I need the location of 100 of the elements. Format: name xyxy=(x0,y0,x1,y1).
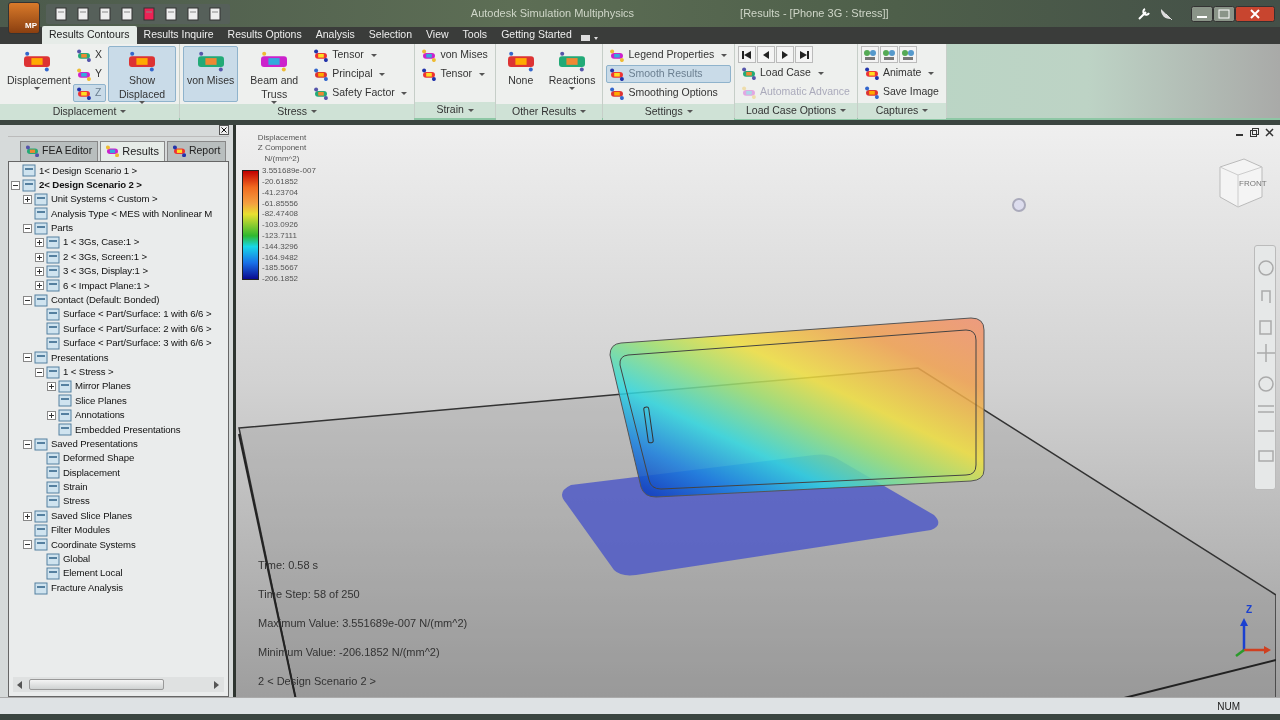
group-label[interactable]: Strain xyxy=(415,102,495,118)
ribbon-button[interactable]: X xyxy=(73,46,106,64)
tree-item[interactable]: 1< Design Scenario 1 > xyxy=(39,163,138,178)
ribbon-button[interactable]: von Mises xyxy=(183,46,239,102)
tree-item[interactable]: Strain xyxy=(63,480,88,495)
tree-item[interactable]: Embedded Presentations xyxy=(75,422,181,437)
expand-toggle-icon[interactable] xyxy=(11,180,20,190)
ribbon-button[interactable]: Displacement xyxy=(3,46,71,102)
ribbon-tab[interactable]: Results Options xyxy=(220,26,309,44)
ribbon-tab[interactable]: Getting Started xyxy=(494,26,579,44)
panel-tab[interactable]: Results xyxy=(100,141,165,161)
tree-item[interactable]: 1 < Stress > xyxy=(63,364,114,380)
tree-item[interactable]: Parts xyxy=(51,221,73,236)
tree-item[interactable]: Element Local xyxy=(63,566,123,581)
ribbon-tab[interactable]: Selection xyxy=(361,26,420,44)
tree-item[interactable]: Presentations xyxy=(51,350,109,365)
group-label[interactable]: Settings xyxy=(603,104,734,120)
ribbon-button[interactable]: Tensor xyxy=(310,46,412,64)
tree-item[interactable]: Surface < Part/Surface: 1 with 6/6 > xyxy=(63,307,212,322)
expand-toggle-icon[interactable] xyxy=(23,511,32,521)
minimize-icon[interactable] xyxy=(1190,5,1213,22)
expand-toggle-icon[interactable] xyxy=(47,382,56,392)
group-label[interactable]: Displacement xyxy=(0,104,179,120)
ribbon-button[interactable]: Tensor xyxy=(418,65,492,83)
close-icon[interactable] xyxy=(1265,128,1274,137)
play-icon[interactable] xyxy=(776,46,794,63)
tree-item[interactable]: Saved Presentations xyxy=(51,436,138,452)
group-label[interactable]: Other Results xyxy=(495,104,603,120)
tree-item[interactable]: Annotations xyxy=(75,408,125,423)
ribbon-button[interactable]: von Mises xyxy=(418,46,492,64)
tree-item[interactable]: Surface < Part/Surface: 3 with 6/6 > xyxy=(63,336,212,351)
tree-item[interactable]: Slice Planes xyxy=(75,393,127,409)
ribbon-button[interactable]: Save Image xyxy=(860,83,943,101)
ribbon-tab[interactable]: Results Contours xyxy=(42,26,137,44)
ribbon-button[interactable]: Load Case xyxy=(738,64,854,82)
tree-item[interactable]: Displacement xyxy=(63,465,120,481)
tree-item[interactable]: Global xyxy=(63,552,91,567)
ribbon-button[interactable]: Smoothing Options xyxy=(606,84,731,102)
tree-item[interactable]: Contact (Default: Bonded) xyxy=(51,293,160,308)
ribbon-button[interactable]: Reactions xyxy=(544,46,600,102)
new-file-icon[interactable] xyxy=(54,6,68,21)
maximize-icon[interactable] xyxy=(1212,5,1235,22)
ribbon-tab[interactable]: Analysis xyxy=(308,26,362,44)
ribbon-button[interactable]: None xyxy=(498,46,543,102)
tree-item[interactable]: 6 < Impact Plane:1 > xyxy=(63,278,150,293)
scroll-left-icon[interactable] xyxy=(17,680,23,689)
app-menu-button[interactable]: MP xyxy=(8,1,40,34)
previous-icon[interactable] xyxy=(757,46,775,63)
panel-tab[interactable]: Report xyxy=(166,141,227,161)
customize-icon[interactable] xyxy=(578,32,601,44)
ribbon-button[interactable]: Y xyxy=(73,65,106,83)
tree-item[interactable]: Filter Modules xyxy=(51,523,110,538)
expand-toggle-icon[interactable] xyxy=(23,194,32,204)
expand-toggle-icon[interactable] xyxy=(35,281,44,291)
group-label[interactable]: Load Case Options xyxy=(735,103,857,119)
tree-item[interactable]: Coordinate Systems xyxy=(51,537,136,553)
expand-toggle-icon[interactable] xyxy=(35,367,44,377)
tree-item[interactable]: 1 < 3Gs, Case:1 > xyxy=(63,235,140,250)
capture-icon[interactable] xyxy=(860,46,879,63)
capture-icon[interactable] xyxy=(898,46,917,63)
expand-toggle-icon[interactable] xyxy=(35,238,44,248)
group-label[interactable]: Stress xyxy=(180,104,415,120)
ribbon-tab[interactable]: View xyxy=(419,26,456,44)
group-label[interactable]: Captures xyxy=(857,103,946,119)
expand-toggle-icon[interactable] xyxy=(47,410,56,420)
ribbon-button[interactable]: Animate xyxy=(860,64,943,82)
expand-toggle-icon[interactable] xyxy=(35,266,44,276)
tree-item[interactable]: 2< Design Scenario 2 > xyxy=(39,177,142,193)
ribbon-tab[interactable]: Results Inquire xyxy=(136,26,221,44)
expand-toggle-icon[interactable] xyxy=(23,295,32,305)
capture-icon[interactable] xyxy=(879,46,898,63)
scroll-right-icon[interactable] xyxy=(214,680,220,689)
tree-item[interactable]: Fracture Analysis xyxy=(51,580,123,596)
panel-tab[interactable]: FEA Editor xyxy=(20,141,99,161)
expand-toggle-icon[interactable] xyxy=(35,252,44,262)
tree-item[interactable]: Deformed Shape xyxy=(63,451,135,466)
tree-item[interactable]: Saved Slice Planes xyxy=(51,508,132,524)
ribbon-button[interactable]: Principal xyxy=(310,65,412,83)
tree-item[interactable]: 2 < 3Gs, Screen:1 > xyxy=(63,249,147,265)
close-icon[interactable] xyxy=(219,125,229,135)
skip-last-icon[interactable] xyxy=(795,46,813,63)
ribbon-button[interactable]: Legend Properties xyxy=(606,46,731,64)
tree-item[interactable]: Mirror Planes xyxy=(75,379,131,394)
expand-toggle-icon[interactable] xyxy=(23,223,32,233)
expand-toggle-icon[interactable] xyxy=(23,540,32,550)
tree-item[interactable]: Stress xyxy=(63,494,90,509)
legend-value: -103.0926 xyxy=(262,221,300,230)
ribbon-tab[interactable]: Tools xyxy=(455,26,495,44)
horizontal-scrollbar[interactable] xyxy=(13,677,224,692)
expand-toggle-icon[interactable] xyxy=(23,439,32,449)
close-icon[interactable] xyxy=(1234,5,1275,22)
restore-icon[interactable] xyxy=(1250,128,1259,137)
tree-item[interactable]: Unit Systems < Custom > xyxy=(51,192,158,207)
tree-item[interactable]: 3 < 3Gs, Display:1 > xyxy=(63,264,148,279)
expand-toggle-icon[interactable] xyxy=(23,353,32,363)
ribbon-button[interactable]: Show Displaced xyxy=(108,46,176,102)
tree-item[interactable]: Analysis Type < MES with Nonlinear M xyxy=(51,206,213,222)
tree-item[interactable]: Surface < Part/Surface: 2 with 6/6 > xyxy=(63,321,212,337)
ribbon-button[interactable]: Safety Factor xyxy=(310,84,412,102)
skip-first-icon[interactable] xyxy=(738,46,756,63)
